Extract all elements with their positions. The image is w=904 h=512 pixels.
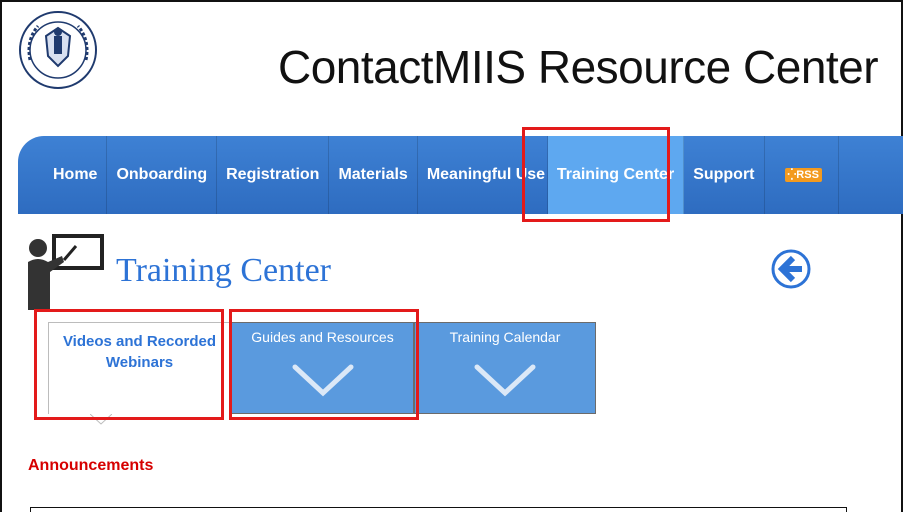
back-arrow-icon[interactable]	[771, 249, 811, 289]
state-seal-icon	[19, 11, 97, 89]
nav-training-center[interactable]: Training Center	[547, 136, 685, 214]
nav-materials[interactable]: Materials	[329, 136, 418, 214]
nav-support[interactable]: Support	[684, 136, 765, 214]
nav-meaningful-use[interactable]: Meaningful Use	[418, 136, 548, 214]
chevron-down-icon	[474, 364, 536, 397]
main-nav: Home Onboarding Registration Materials M…	[18, 136, 903, 214]
tab-guides-resources[interactable]: Guides and Resources	[231, 322, 414, 414]
tab-label: Training Calendar	[449, 329, 561, 345]
tab-training-calendar[interactable]: Training Calendar	[414, 322, 596, 414]
announcements-panel	[30, 507, 847, 512]
nav-registration[interactable]: Registration	[217, 136, 330, 214]
tab-videos-webinars[interactable]: Videos and Recorded Webinars	[48, 322, 231, 414]
rss-icon: ⁛	[787, 168, 797, 181]
nav-rss[interactable]: ⁛RSS	[765, 136, 839, 214]
nav-onboarding[interactable]: Onboarding	[107, 136, 218, 214]
site-title: ContactMIIS Resource Center	[278, 41, 879, 93]
rss-label: RSS	[796, 168, 819, 181]
page-heading: Training Center	[116, 252, 332, 289]
tab-label: Guides and Resources	[251, 329, 394, 345]
nav-home[interactable]: Home	[18, 136, 108, 214]
chevron-down-icon	[292, 364, 353, 397]
tab-pointer	[90, 414, 112, 425]
rss-badge[interactable]: ⁛RSS	[784, 167, 822, 182]
announcements-heading: Announcements	[28, 457, 154, 474]
teacher-at-whiteboard-icon	[28, 234, 104, 310]
tab-label: Videos and Recorded Webinars	[62, 333, 217, 371]
